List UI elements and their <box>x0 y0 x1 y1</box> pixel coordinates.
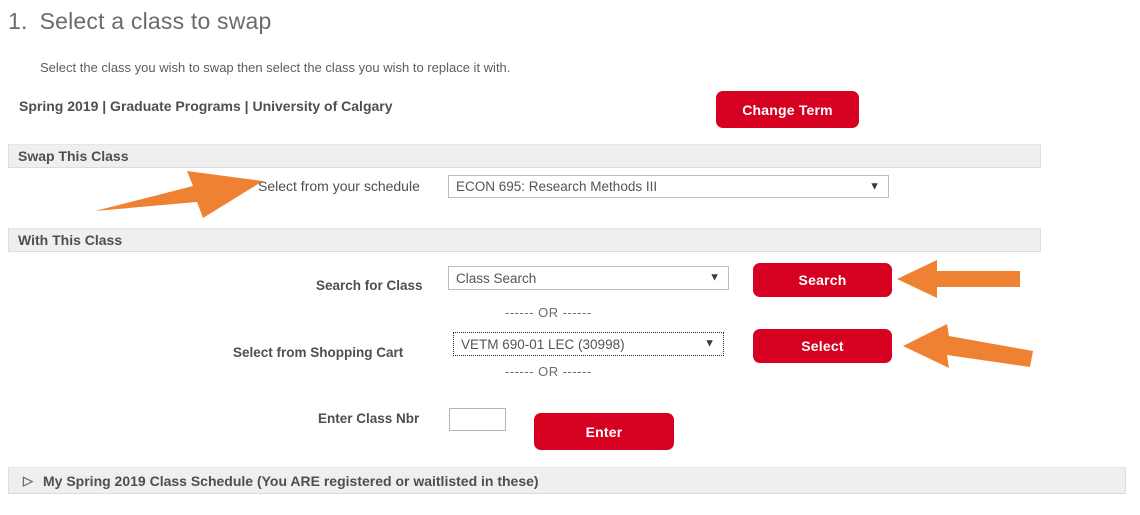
search-button[interactable]: Search <box>753 263 892 297</box>
my-class-schedule-toggle[interactable]: ▷ My Spring 2019 Class Schedule (You ARE… <box>8 467 1126 494</box>
section-header-with-label: With This Class <box>18 232 123 248</box>
search-for-class-label: Search for Class <box>316 278 423 293</box>
search-for-class-value: Class Search <box>456 270 537 286</box>
select-button[interactable]: Select <box>753 329 892 363</box>
shopping-cart-label: Select from Shopping Cart <box>233 345 404 360</box>
annotation-arrow-to-select-icon <box>903 324 1033 368</box>
enter-button[interactable]: Enter <box>534 413 674 450</box>
search-for-class-dropdown[interactable]: Class Search ▼ <box>448 266 729 290</box>
my-class-schedule-label: My Spring 2019 Class Schedule (You ARE r… <box>43 472 539 489</box>
shopping-cart-value: VETM 690-01 LEC (30998) <box>461 336 625 352</box>
annotation-arrow-to-schedule-icon <box>95 171 263 218</box>
annotation-arrow-to-search-icon <box>897 260 1020 298</box>
select-from-schedule-value: ECON 695: Research Methods III <box>456 179 658 194</box>
or-separator-1: ------ OR ------ <box>505 305 592 320</box>
chevron-down-icon: ▼ <box>709 271 720 284</box>
page-title: 1. Select a class to swap <box>8 8 272 35</box>
section-header-swap-label: Swap This Class <box>18 148 129 164</box>
change-term-button[interactable]: Change Term <box>716 91 859 128</box>
select-from-schedule-label: Select from your schedule <box>258 178 420 194</box>
term-program-line: Spring 2019 | Graduate Programs | Univer… <box>19 98 393 114</box>
or-separator-2: ------ OR ------ <box>505 364 592 379</box>
select-from-schedule-dropdown[interactable]: ECON 695: Research Methods III ▼ <box>448 175 889 198</box>
collapsed-triangle-icon: ▷ <box>23 473 33 488</box>
section-header-with-this-class: With This Class <box>8 228 1041 252</box>
step-title-text: Select a class to swap <box>39 8 272 34</box>
chevron-down-icon: ▼ <box>704 337 715 350</box>
step-number: 1. <box>8 8 28 34</box>
class-nbr-label: Enter Class Nbr <box>318 411 420 426</box>
section-header-swap-this-class: Swap This Class <box>8 144 1041 168</box>
instruction-text: Select the class you wish to swap then s… <box>40 60 511 75</box>
shopping-cart-dropdown[interactable]: VETM 690-01 LEC (30998) ▼ <box>453 332 724 356</box>
class-nbr-input[interactable] <box>449 408 506 431</box>
chevron-down-icon: ▼ <box>869 180 880 192</box>
